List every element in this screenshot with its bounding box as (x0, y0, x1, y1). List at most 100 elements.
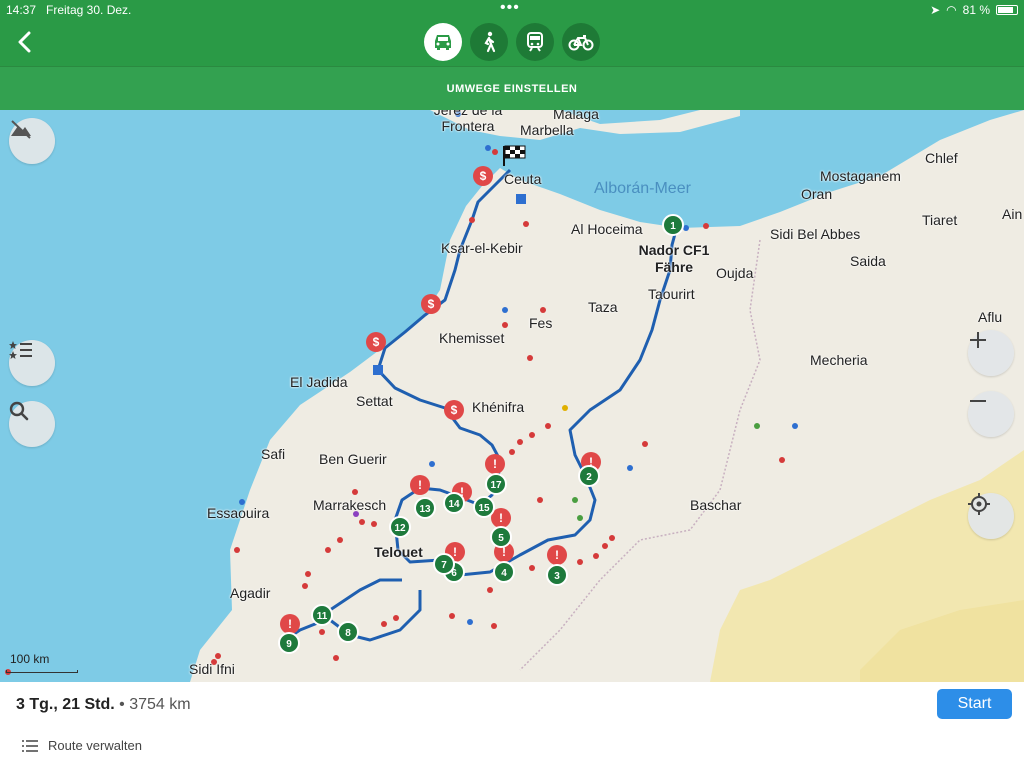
start-button[interactable]: Start (937, 689, 1012, 719)
svg-text:$: $ (373, 335, 380, 349)
mountain-off-icon (11, 120, 31, 139)
waypoint-label: 2 (586, 472, 592, 483)
waypoint-label: 13 (419, 504, 431, 515)
svg-text:!: ! (493, 457, 497, 471)
place-label: Baschar (690, 497, 742, 513)
place-label: El Jadida (290, 374, 348, 390)
svg-text:!: ! (288, 617, 292, 631)
place-label: Marrakesch (313, 497, 387, 513)
place-label: Taourirt (648, 286, 695, 302)
waypoint-label: 3 (554, 571, 560, 582)
waypoint-label: 11 (317, 611, 328, 622)
waypoint-label: 5 (498, 533, 504, 544)
route-duration: 3 Tg., 21 Std. (16, 696, 115, 713)
waypoint-label: 7 (441, 560, 447, 571)
place-label: Taza (588, 299, 618, 315)
mode-walk-button[interactable] (470, 23, 508, 61)
waypoint-label: 1 (670, 221, 676, 232)
place-label: Oran (801, 186, 833, 202)
search-icon (9, 401, 29, 421)
mode-bike-button[interactable] (562, 23, 600, 61)
summary-separator: • (119, 696, 125, 713)
place-label: Tiaret (922, 212, 958, 228)
manage-route-button[interactable]: Route verwalten (22, 738, 142, 753)
place-label: Sidi Ifni (189, 661, 235, 677)
place-label: Telouet (374, 544, 423, 560)
place-label: Ceuta (504, 171, 542, 187)
transport-mode-selector (424, 23, 600, 61)
status-bar: 14:37 Freitag 30. Dez. ••• ➤ ◠ 81 % (0, 0, 1024, 20)
place-label: Khemisset (439, 330, 505, 346)
waypoint-label: 6 (451, 568, 457, 579)
battery-percent: 81 % (962, 3, 990, 17)
zoom-out-button[interactable] (968, 391, 1014, 437)
battery-icon (996, 5, 1018, 15)
place-label: Chlef (925, 150, 958, 166)
waypoint-label: 17 (490, 480, 502, 491)
waypoint-label: 15 (478, 503, 490, 514)
waypoint-label: 8 (345, 628, 351, 639)
detours-button[interactable]: UMWEGE EINSTELLEN (0, 66, 1024, 110)
svg-text:!: ! (555, 548, 559, 562)
svg-text:!: ! (499, 511, 503, 525)
svg-text:$: $ (428, 297, 435, 311)
chevron-left-icon (18, 31, 31, 53)
place-label: Malaga (553, 110, 599, 122)
favorites-list-button[interactable] (9, 340, 55, 386)
waypoint-label: 9 (286, 639, 292, 650)
location-icon: ➤ (930, 3, 941, 17)
zoom-in-button[interactable] (968, 330, 1014, 376)
place-label: Aflu (978, 309, 1003, 325)
manage-route-label: Route verwalten (48, 738, 142, 753)
scale-label: 100 km (10, 652, 50, 666)
svg-text:$: $ (480, 169, 487, 183)
place-label: Mecheria (810, 352, 868, 368)
svg-text:!: ! (418, 478, 422, 492)
place-label: Oujda (716, 265, 754, 281)
map-view[interactable]: $ $ $ $!!!!!!!!! 1 2 3 4 5 6 7 8 9 11 12… (0, 110, 1024, 682)
walk-icon (484, 31, 496, 53)
place-label: Marbella (520, 122, 574, 138)
sea-label: Alborán-Meer (594, 180, 691, 197)
place-label: Settat (356, 393, 393, 409)
place-label: Fes (529, 315, 553, 331)
svg-text:!: ! (453, 545, 457, 559)
place-label: Ben Guerir (319, 451, 387, 467)
multitask-dots-icon[interactable]: ••• (500, 0, 520, 16)
svg-text:$: $ (451, 403, 458, 417)
my-location-button[interactable] (968, 493, 1014, 539)
scale-bar (6, 670, 78, 673)
status-right: ➤ ◠ 81 % (930, 3, 1018, 17)
header-bar (0, 20, 1024, 66)
crosshair-icon (968, 493, 990, 515)
place-label: Khénifra (472, 399, 525, 415)
bike-icon (568, 35, 594, 51)
waypoint-label: 12 (394, 523, 406, 534)
place-label: Saida (850, 253, 886, 269)
place-label: Essaouira (207, 505, 270, 521)
mode-train-button[interactable] (516, 23, 554, 61)
train-icon (527, 32, 543, 52)
wifi-icon: ◠ (946, 3, 957, 17)
place-label: Safi (261, 446, 286, 462)
mode-car-button[interactable] (424, 23, 462, 61)
place-label: Nador CF1 Fähre (638, 242, 710, 275)
toggle-3d-button[interactable] (9, 118, 55, 164)
car-icon (435, 35, 451, 50)
list-icon (22, 739, 38, 752)
place-label: Agadir (230, 585, 271, 601)
place-label: Al Hoceima (571, 221, 643, 237)
status-date: Freitag 30. Dez. (46, 3, 132, 17)
route-summary: 3 Tg., 21 Std. • 3754 km (16, 696, 191, 714)
route-summary-panel: 3 Tg., 21 Std. • 3754 km Start Route ver… (0, 682, 1024, 768)
waypoint-label: 14 (448, 499, 460, 510)
back-button[interactable] (10, 27, 40, 57)
waypoint-label: 4 (501, 568, 507, 579)
map-canvas: $$$$!!!!!!!!! 1 2 3 4 5 6 7 8 9 11 12 13… (0, 110, 1024, 682)
route-distance: 3754 km (129, 696, 191, 713)
plus-icon (970, 332, 986, 348)
place-label: Jerez de la Frontera (433, 110, 503, 134)
search-button[interactable] (9, 401, 55, 447)
place-label: Mostaganem (820, 168, 901, 184)
place-label: Sidi Bel Abbes (770, 226, 861, 242)
